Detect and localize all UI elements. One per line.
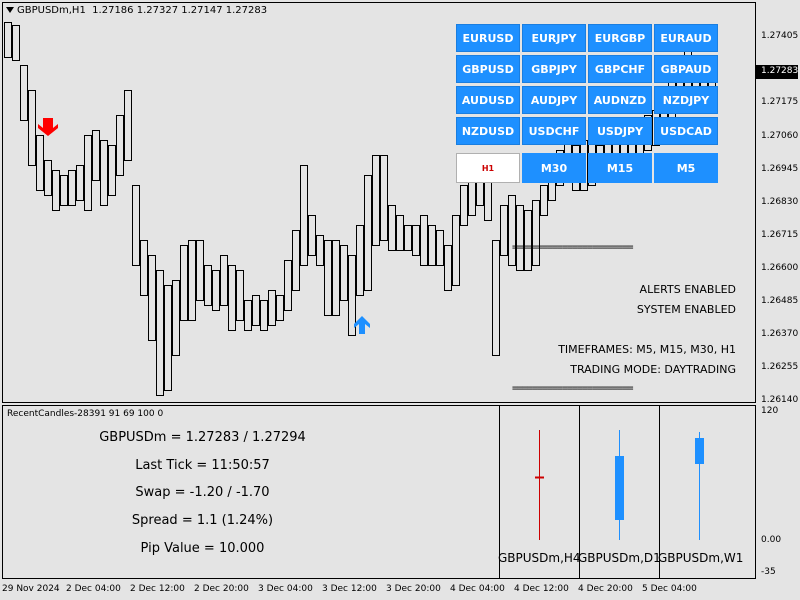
price-axis-label: 1.26485 bbox=[761, 296, 799, 306]
time-axis-label: 5 Dec 04:00 bbox=[642, 584, 697, 594]
last-tick-text: Last Tick = 11:50:57 bbox=[135, 458, 270, 473]
symbol-button-audjpy[interactable]: AUDJPY bbox=[522, 86, 586, 114]
w1-candle-label: GBPUSDm,W1 bbox=[658, 551, 744, 565]
symbol-button-gbpusd[interactable]: GBPUSD bbox=[456, 55, 520, 83]
symbol-button-usdcad[interactable]: USDCAD bbox=[654, 117, 718, 145]
subwindow-title: RecentCandles-28391 91 69 100 0 bbox=[7, 409, 164, 419]
symbol-button-gbpchf[interactable]: GBPCHF bbox=[588, 55, 652, 83]
chart-symbol: GBPUSDm,H1 bbox=[17, 5, 86, 16]
chart-header: GBPUSDm,H1 1.27186 1.27327 1.27147 1.272… bbox=[6, 5, 267, 16]
symbol-button-euraud[interactable]: EURAUD bbox=[654, 24, 718, 52]
price-axis-label: 1.27175 bbox=[761, 97, 799, 107]
time-axis-label: 3 Dec 04:00 bbox=[258, 584, 313, 594]
timeframe-button-h1[interactable]: H1 bbox=[456, 153, 520, 183]
dropdown-triangle-icon[interactable] bbox=[6, 7, 14, 13]
symbol-button-nzdjpy[interactable]: NZDJPY bbox=[654, 86, 718, 114]
pip-value-text: Pip Value = 10.000 bbox=[140, 541, 265, 556]
price-axis-label: 1.26600 bbox=[761, 263, 799, 273]
system-status: SYSTEM ENABLED bbox=[636, 303, 736, 316]
symbol-button-usdchf[interactable]: USDCHF bbox=[522, 117, 586, 145]
spread-text: Spread = 1.1 (1.24%) bbox=[131, 513, 274, 528]
status-separator-top: ======================== bbox=[512, 242, 634, 253]
timeframe-button-m5[interactable]: M5 bbox=[654, 153, 718, 183]
price-axis-label: 1.26945 bbox=[761, 164, 799, 174]
price-axis-label: 1.26140 bbox=[761, 395, 799, 405]
time-axis-label: 4 Dec 04:00 bbox=[450, 584, 505, 594]
symbol-button-audusd[interactable]: AUDUSD bbox=[456, 86, 520, 114]
time-axis-label: 2 Dec 12:00 bbox=[130, 584, 185, 594]
time-axis-label: 3 Dec 12:00 bbox=[322, 584, 377, 594]
h4-candle-label: GBPUSDm,H4 bbox=[498, 551, 581, 565]
price-axis-label: 1.27060 bbox=[761, 131, 799, 141]
time-axis-label: 3 Dec 20:00 bbox=[386, 584, 441, 594]
symbol-button-audnzd[interactable]: AUDNZD bbox=[588, 86, 652, 114]
price-axis-label: 1.26255 bbox=[761, 362, 799, 372]
timeframe-button-m15[interactable]: M15 bbox=[588, 153, 652, 183]
price-axis-label: 1.26370 bbox=[761, 329, 799, 339]
alerts-status: ALERTS ENABLED bbox=[639, 283, 736, 296]
timeframes-status: TIMEFRAMES: M5, M15, M30, H1 bbox=[558, 343, 736, 356]
price-axis-label: 1.26830 bbox=[761, 197, 799, 207]
time-axis-label: 2 Dec 04:00 bbox=[66, 584, 121, 594]
status-separator-bottom: ======================== bbox=[512, 383, 634, 394]
symbol-button-gbpaud[interactable]: GBPAUD bbox=[654, 55, 718, 83]
symbol-button-eurjpy[interactable]: EURJPY bbox=[522, 24, 586, 52]
d1-candle-label: GBPUSDm,D1 bbox=[578, 551, 661, 565]
subwindow-axis-label: -35 bbox=[761, 567, 776, 577]
symbol-button-eurusd[interactable]: EURUSD bbox=[456, 24, 520, 52]
current-price-label: 1.27283 bbox=[761, 66, 799, 76]
time-axis-label: 4 Dec 12:00 bbox=[514, 584, 569, 594]
timeframe-button-m30[interactable]: M30 bbox=[522, 153, 586, 183]
time-axis-label: 29 Nov 2024 bbox=[2, 584, 60, 594]
time-axis-label: 4 Dec 20:00 bbox=[578, 584, 633, 594]
symbol-button-eurgbp[interactable]: EURGBP bbox=[588, 24, 652, 52]
symbol-button-usdjpy[interactable]: USDJPY bbox=[588, 117, 652, 145]
symbol-button-nzdusd[interactable]: NZDUSD bbox=[456, 117, 520, 145]
price-axis-label: 1.26715 bbox=[761, 230, 799, 240]
subwindow-axis-label: 120 bbox=[761, 406, 779, 416]
subwindow-axis-label: 0.00 bbox=[761, 535, 782, 545]
bid-ask-text: GBPUSDm = 1.27283 / 1.27294 bbox=[99, 430, 306, 445]
time-axis-label: 2 Dec 20:00 bbox=[194, 584, 249, 594]
trading-mode-status: TRADING MODE: DAYTRADING bbox=[570, 363, 736, 376]
symbol-button-gbpjpy[interactable]: GBPJPY bbox=[522, 55, 586, 83]
price-axis-label: 1.27405 bbox=[761, 31, 799, 41]
chart-ohlc: 1.27186 1.27327 1.27147 1.27283 bbox=[92, 5, 268, 16]
swap-text: Swap = -1.20 / -1.70 bbox=[135, 485, 270, 500]
